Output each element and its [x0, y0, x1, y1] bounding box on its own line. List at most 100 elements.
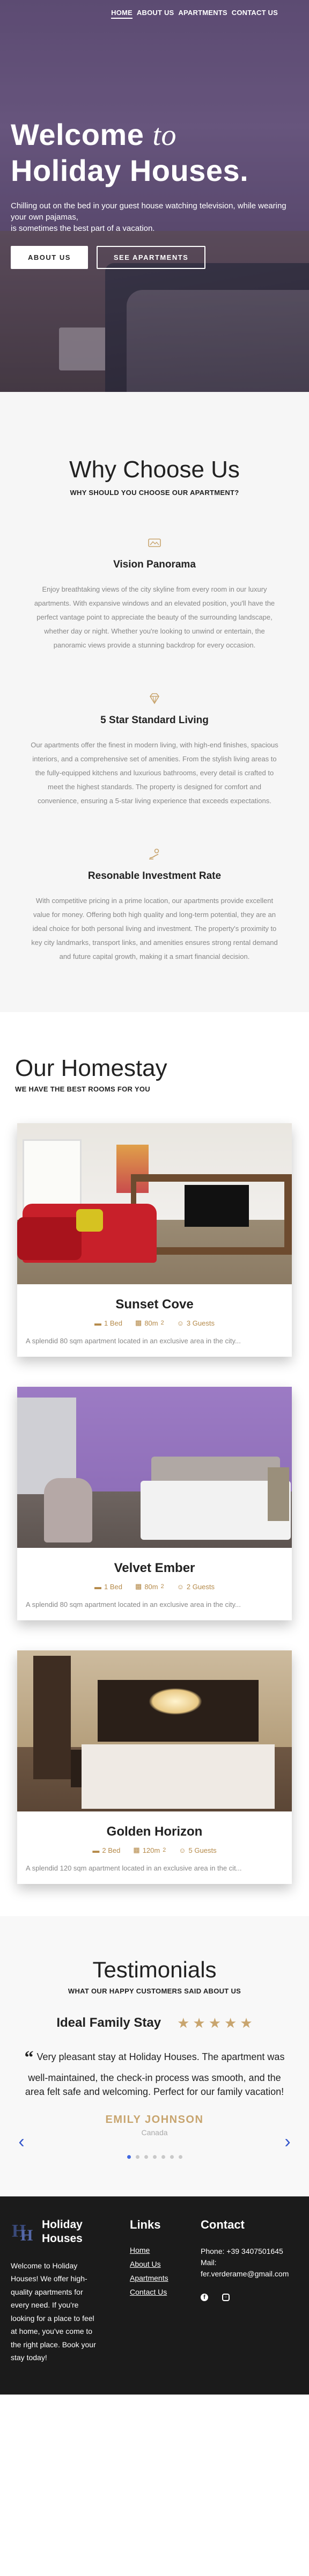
homestay-section: Our Homestay WE HAVE THE BEST ROOMS FOR … — [0, 1012, 309, 1916]
footer-contact-column: Contact Phone: +39 3407501645 Mail: fer.v… — [201, 2218, 297, 2364]
footer-mail[interactable]: Mail: fer.verderame@gmail.com — [201, 2257, 297, 2280]
homestay-title: Our Homestay — [15, 1055, 167, 1081]
area-icon: ▩ — [135, 1582, 142, 1590]
room-bed-text: 1 Bed — [104, 1319, 123, 1327]
carousel-dot[interactable] — [144, 2155, 148, 2159]
feature-desc: With competitive pricing in a prime loca… — [31, 897, 278, 960]
phone-label: Phone: — [201, 2247, 225, 2256]
carousel-dot[interactable] — [127, 2155, 131, 2159]
feature-desc: Enjoy breathtaking views of the city sky… — [34, 585, 275, 649]
footer-links: Home About Us Apartments Contact Us — [130, 2246, 194, 2296]
hero-title: Welcome to Holiday Houses. — [11, 117, 295, 188]
next-arrow-icon[interactable]: › — [282, 2133, 293, 2151]
reviewer-name: EMILY JOHNSON — [105, 2114, 204, 2126]
bed-icon: ▬ — [92, 1846, 100, 1854]
star-icon: ★ — [208, 2015, 222, 2031]
star-icon: ★ — [240, 2015, 253, 2031]
panorama-icon — [147, 535, 162, 550]
room-card-golden-horizon[interactable]: Golden Horizon ▬ 2 Bed ▩ 120m 2 ☺ 5 Guests A… — [17, 1650, 292, 1884]
room-card-velvet-ember[interactable]: Velvet Ember ▬ 1 Bed ▩ 80m 2 ☺ 2 Guests A sp… — [17, 1387, 292, 1620]
room-photo — [17, 1650, 292, 1811]
area-icon: ▩ — [135, 1319, 142, 1327]
room-area-text: 80m — [144, 1582, 158, 1591]
testimonials-subtitle: WHAT OUR HAPPY CUSTOMERS SAID ABOUT US — [68, 1987, 241, 1995]
nav-apartments-link[interactable]: APARTMENTS — [178, 9, 227, 19]
carousel-dot[interactable] — [170, 2155, 174, 2159]
facebook-icon[interactable]: f — [201, 2294, 208, 2302]
star-icon: ★ — [177, 2015, 190, 2031]
why-subtitle: WHY SHOULD YOU CHOOSE OUR APARTMENT? — [70, 489, 239, 497]
user-icon: ☺ — [179, 1846, 186, 1854]
hero-title-part1: Welcome — [11, 118, 144, 151]
room-guests-text: 5 Guests — [188, 1846, 217, 1854]
room-bed: ▬ 1 Bed — [94, 1582, 122, 1591]
why-title: Why Choose Us — [69, 456, 240, 483]
footer-link-apartments[interactable]: Apartments — [130, 2274, 194, 2282]
room-name: Sunset Cove — [115, 1297, 194, 1312]
room-bed-text: 2 Bed — [102, 1846, 121, 1854]
room-name: Velvet Ember — [114, 1561, 195, 1575]
carousel-dot[interactable] — [152, 2155, 157, 2159]
footer-links-heading: Links — [130, 2218, 161, 2232]
user-icon: ☺ — [176, 1582, 184, 1591]
feature-title: Vision Panorama — [113, 559, 196, 570]
room-meta: ▬ 1 Bed ▩ 80m 2 ☺ 2 Guests — [26, 1582, 283, 1591]
room-area-text: 120m — [142, 1846, 160, 1854]
area-icon: ▩ — [133, 1846, 140, 1854]
mail-label: Mail: — [201, 2258, 217, 2267]
nav-contact-link[interactable]: CONTACT US — [232, 9, 278, 19]
hero-text-line2: is sometimes the best part of a vacation… — [11, 224, 155, 234]
bed-icon: ▬ — [94, 1582, 102, 1591]
carousel-dot[interactable] — [161, 2155, 165, 2159]
footer-link-contact[interactable]: Contact Us — [130, 2288, 194, 2296]
about-us-button[interactable]: ABOUT US — [11, 246, 88, 270]
footer-logo[interactable]: HH Holiday Houses — [11, 2218, 113, 2245]
room-desc: A splendid 120 sqm apartment located in … — [26, 1864, 242, 1872]
reviewer-location: Canada — [141, 2128, 168, 2137]
room-desc: A splendid 80 sqm apartment located in a… — [26, 1600, 241, 1609]
feature-vision-panorama: Vision Panorama Enjoy breathtaking views… — [16, 535, 293, 652]
top-nav: HOME ABOUT US APARTMENTS CONTACT US — [111, 9, 278, 19]
hero-text: Chilling out on the bed in your guest ho… — [11, 200, 290, 234]
room-area-unit: 2 — [160, 1583, 164, 1590]
room-body: Sunset Cove ▬ 1 Bed ▩ 80m 2 ☺ 3 Guests A spl… — [17, 1284, 292, 1357]
feature-title: 5 Star Standard Living — [100, 715, 209, 726]
room-area-unit: 2 — [160, 1320, 164, 1326]
nav-about-link[interactable]: ABOUT US — [137, 9, 174, 19]
footer-about-text: Welcome to Holiday Houses! We offer high… — [11, 2261, 96, 2362]
carousel-dot[interactable] — [135, 2155, 139, 2159]
hero-text-line1: Chilling out on the bed in your guest ho… — [11, 201, 286, 222]
diamond-icon — [147, 691, 162, 706]
hero-section: HOME ABOUT US APARTMENTS CONTACT US Welc… — [0, 0, 309, 392]
feature-title: Resonable Investment Rate — [87, 870, 222, 882]
review-rating: ★ ★ ★ ★ ★ — [177, 2016, 253, 2030]
logo-line1: Holiday — [42, 2218, 83, 2231]
bed-icon: ▬ — [94, 1319, 102, 1327]
room-body: Velvet Ember ▬ 1 Bed ▩ 80m 2 ☺ 2 Guests A sp… — [17, 1548, 292, 1620]
footer-social: f ○ — [201, 2294, 297, 2302]
carousel-dot[interactable] — [178, 2155, 182, 2159]
carousel-dots — [21, 2155, 288, 2159]
review-quote: “Very pleasant stay at Holiday Houses. T… — [23, 2044, 286, 2099]
room-name: Golden Horizon — [106, 1824, 203, 1839]
footer-phone[interactable]: Phone: +39 3407501645 — [201, 2246, 297, 2257]
prev-arrow-icon[interactable]: ‹ — [16, 2133, 27, 2151]
nav-home-link[interactable]: HOME — [111, 9, 133, 19]
hero-title-part2: Holiday Houses. — [11, 154, 249, 188]
room-photo — [17, 1123, 292, 1284]
footer-link-home[interactable]: Home — [130, 2246, 194, 2254]
footer-about-column: HH Holiday Houses Welcome to Holiday Hou… — [11, 2218, 113, 2364]
footer-link-about[interactable]: About Us — [130, 2260, 194, 2268]
room-bed-text: 1 Bed — [104, 1582, 123, 1591]
homestay-subtitle: WE HAVE THE BEST ROOMS FOR YOU — [15, 1085, 150, 1093]
see-apartments-button[interactable]: SEE APARTMENTS — [96, 246, 206, 270]
instagram-icon[interactable]: ○ — [222, 2294, 230, 2302]
investment-icon — [147, 847, 162, 862]
phone-value: +39 3407501645 — [226, 2247, 283, 2256]
room-area: ▩ 120m 2 — [133, 1846, 166, 1854]
feature-five-star: 5 Star Standard Living Our apartments of… — [16, 691, 293, 808]
feature-investment: Resonable Investment Rate With competiti… — [16, 847, 293, 964]
room-card-sunset-cove[interactable]: Sunset Cove ▬ 1 Bed ▩ 80m 2 ☺ 3 Guests A spl… — [17, 1123, 292, 1357]
testimonials-section: Testimonials WHAT OUR HAPPY CUSTOMERS SA… — [0, 1916, 309, 2197]
feature-desc: Our apartments offer the finest in moder… — [31, 741, 278, 805]
